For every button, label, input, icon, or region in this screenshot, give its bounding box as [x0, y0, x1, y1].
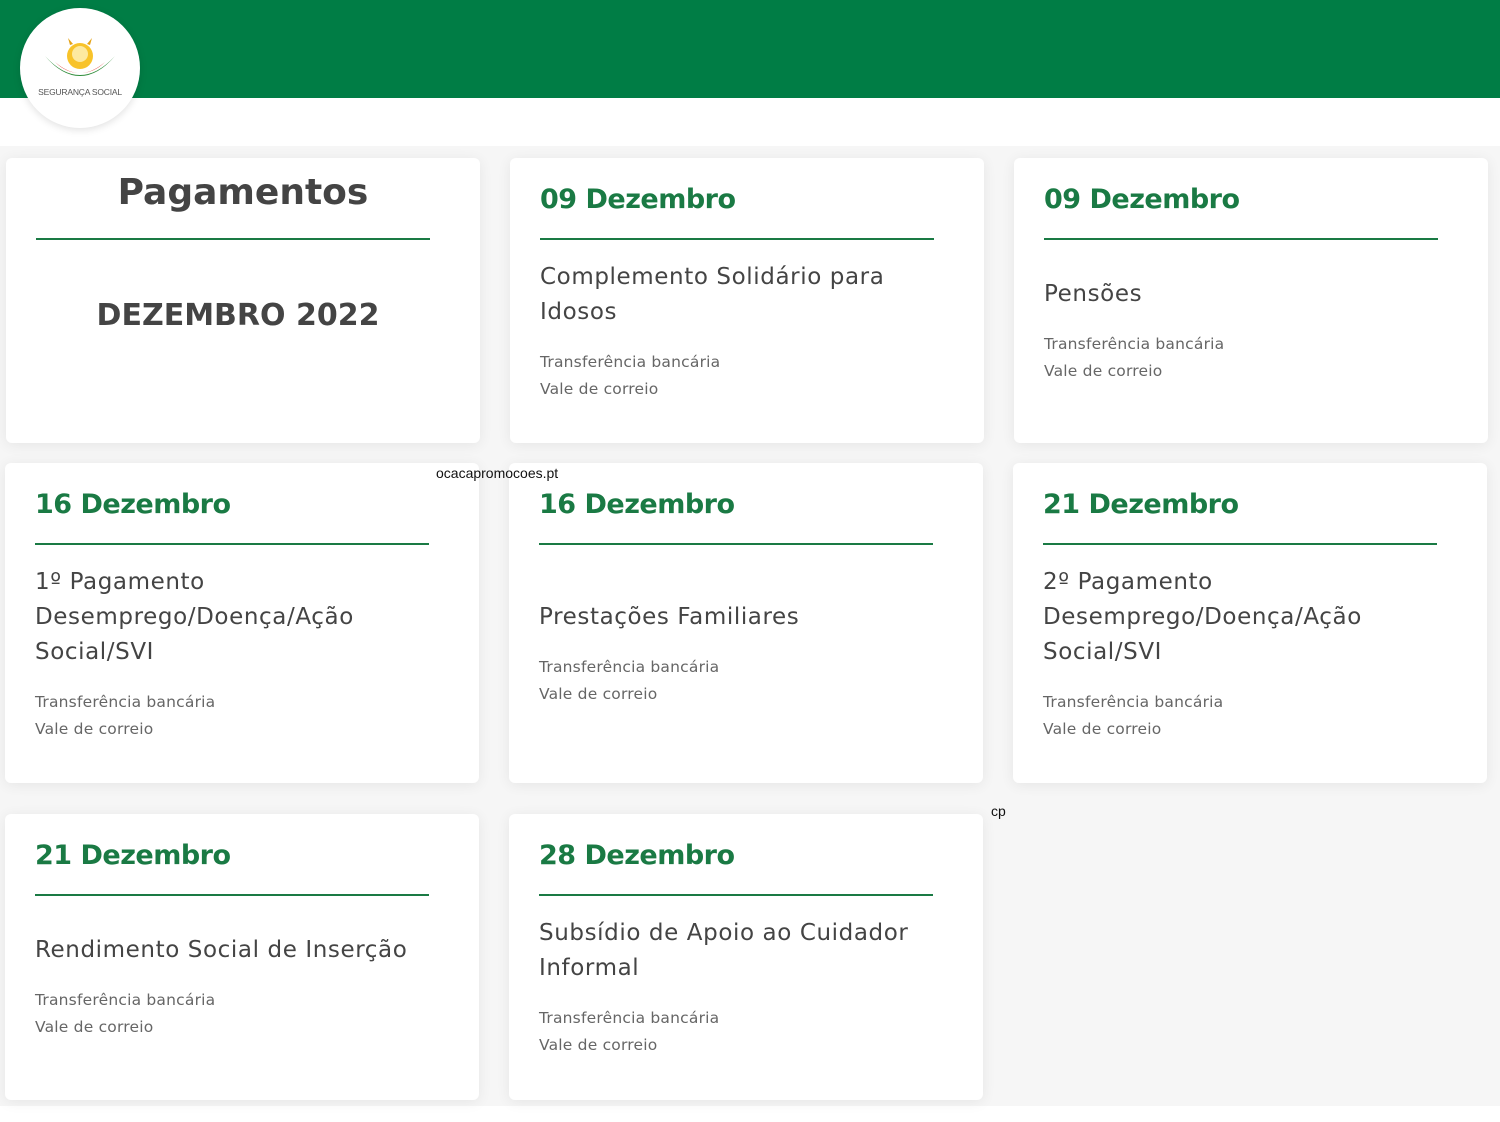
divider — [539, 543, 933, 545]
payment-card[interactable]: 09 Dezembro Complemento Solidário para I… — [510, 158, 984, 443]
site-watermark: ocacapromocoes.pt — [436, 465, 559, 481]
payment-card[interactable]: 16 Dezembro Prestações Familiares Transf… — [509, 463, 983, 783]
payment-method: Transferência bancária — [539, 658, 720, 676]
payment-title: Rendimento Social de Inserção — [35, 937, 408, 963]
intro-card: Pagamentos DEZEMBRO 2022 — [6, 158, 480, 443]
payment-method: Transferência bancária — [35, 991, 216, 1009]
month-title: DEZEMBRO 2022 — [96, 298, 380, 333]
payment-title: 1º Pagamento Desemprego/Doença/Ação Soci… — [35, 569, 354, 665]
payment-title: Subsídio de Apoio ao Cuidador Informal — [539, 920, 909, 981]
payment-method: Vale de correio — [1043, 720, 1162, 738]
payment-title: Pensões — [1044, 281, 1143, 307]
payment-date: 16 Dezembro — [35, 489, 231, 520]
payment-method: Transferência bancária — [540, 353, 721, 371]
payment-date: 28 Dezembro — [539, 840, 735, 871]
payment-method: Vale de correio — [35, 720, 154, 738]
divider — [1044, 238, 1438, 240]
payment-method: Vale de correio — [539, 685, 658, 703]
seguranca-social-logo[interactable]: SEGURANÇA SOCIAL — [20, 8, 140, 128]
payment-date: 09 Dezembro — [540, 184, 736, 215]
payment-date: 09 Dezembro — [1044, 184, 1240, 215]
payment-method: Transferência bancária — [539, 1009, 720, 1027]
logo-emblem-icon — [45, 38, 115, 76]
cp-watermark: cp — [991, 803, 1006, 819]
payment-title: Prestações Familiares — [539, 604, 800, 630]
logo-wordmark: SEGURANÇA SOCIAL — [38, 87, 122, 97]
payment-method: Vale de correio — [539, 1036, 658, 1054]
payment-method: Transferência bancária — [35, 693, 216, 711]
payment-date: 21 Dezembro — [1043, 489, 1239, 520]
payment-method: Vale de correio — [540, 380, 659, 398]
payment-method: Transferência bancária — [1043, 693, 1224, 711]
payment-date: 16 Dezembro — [539, 489, 735, 520]
page-title: Pagamentos — [117, 172, 369, 213]
payment-title: 2º Pagamento Desemprego/Doença/Ação Soci… — [1043, 569, 1362, 665]
payment-card[interactable]: 21 Dezembro Rendimento Social de Inserçã… — [5, 814, 479, 1100]
payment-method: Vale de correio — [1044, 362, 1163, 380]
payment-card[interactable]: 09 Dezembro Pensões Transferência bancár… — [1014, 158, 1488, 443]
payment-card[interactable]: 16 Dezembro 1º Pagamento Desemprego/Doen… — [5, 463, 479, 783]
divider — [36, 238, 430, 240]
divider — [35, 894, 429, 896]
payment-title: Complemento Solidário para Idosos — [540, 264, 885, 325]
divider — [539, 894, 933, 896]
header-bar — [0, 0, 1500, 98]
payment-card[interactable]: 28 Dezembro Subsídio de Apoio ao Cuidado… — [509, 814, 983, 1100]
divider — [1043, 543, 1437, 545]
payment-card[interactable]: 21 Dezembro 2º Pagamento Desemprego/Doen… — [1013, 463, 1487, 783]
divider — [35, 543, 429, 545]
payment-method: Transferência bancária — [1044, 335, 1225, 353]
payment-date: 21 Dezembro — [35, 840, 231, 871]
divider — [540, 238, 934, 240]
payment-method: Vale de correio — [35, 1018, 154, 1036]
